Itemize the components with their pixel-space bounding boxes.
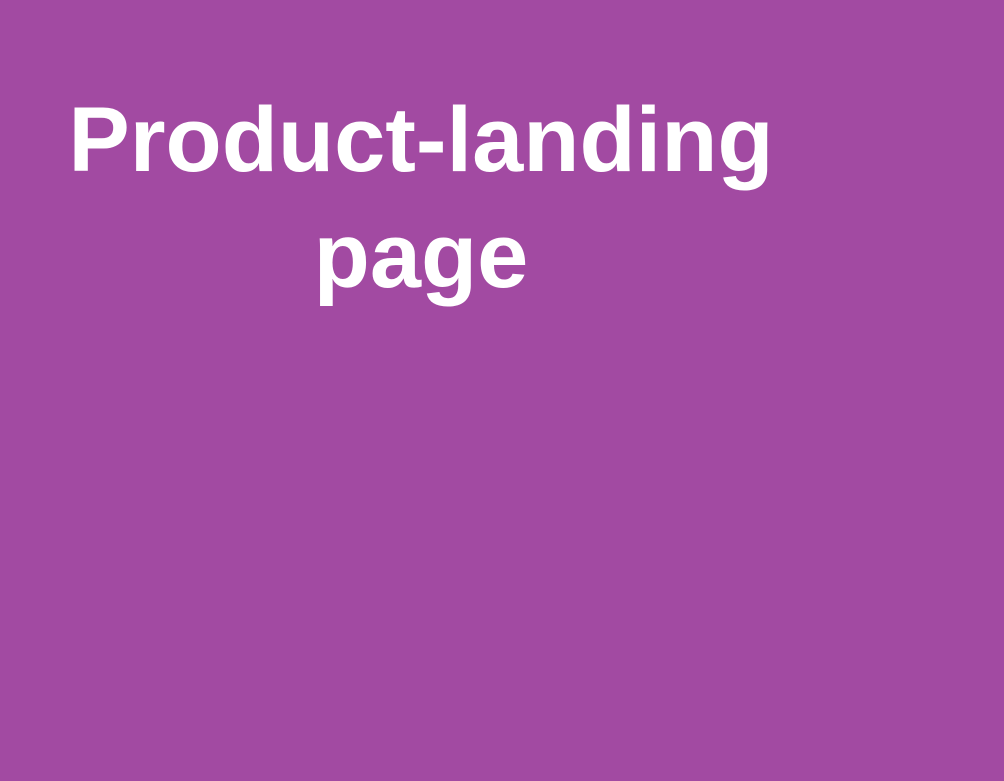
- page-title: Product-landing page: [68, 89, 774, 307]
- landing-canvas: Product-landing page: [0, 0, 1004, 781]
